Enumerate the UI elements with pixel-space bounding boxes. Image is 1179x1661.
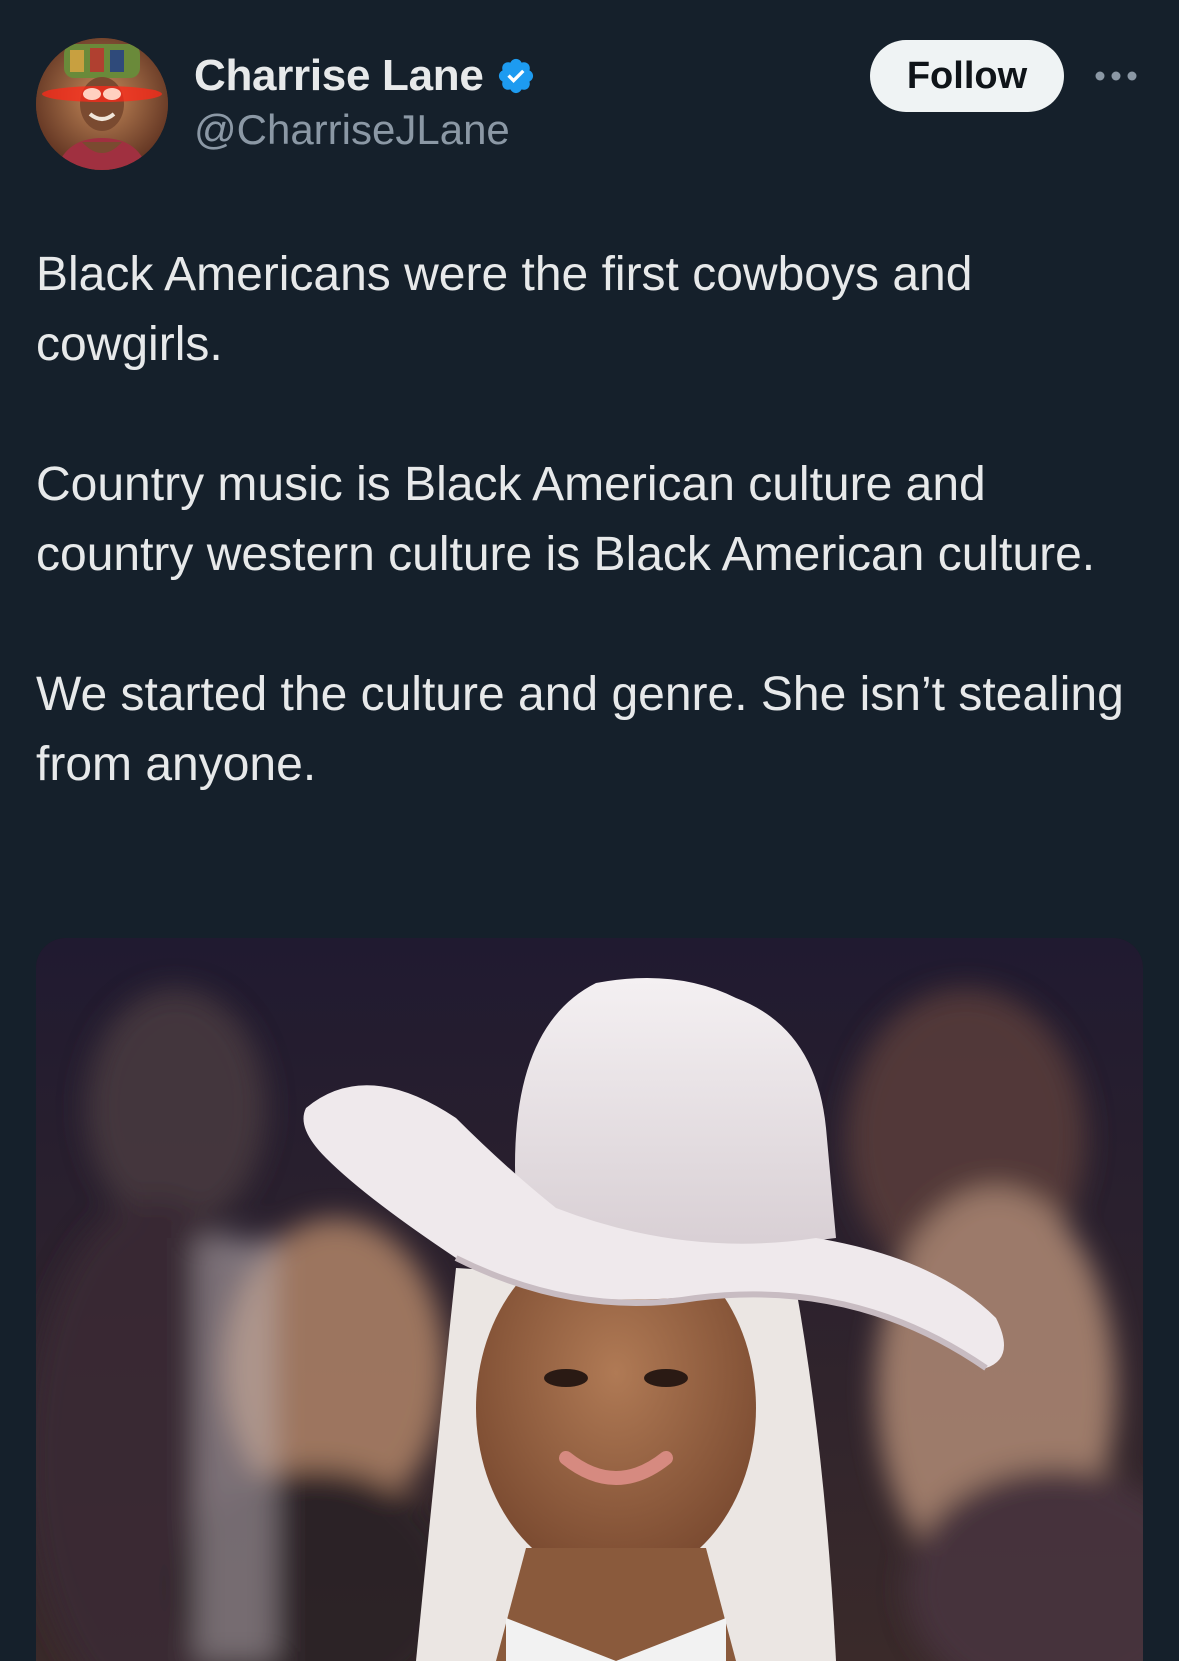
author-handle[interactable]: @CharriseJLane (194, 106, 536, 154)
avatar-image (36, 38, 168, 170)
author-info: Charrise Lane @CharriseJLane (194, 48, 536, 154)
tweet-photo[interactable] (36, 938, 1143, 1661)
tweet-text: Black Americans were the first cowboys a… (36, 240, 1126, 800)
avatar[interactable] (36, 38, 168, 170)
follow-button[interactable]: Follow (870, 40, 1064, 112)
tweet-paragraph: Black Americans were the first cowboys a… (36, 248, 973, 371)
more-options-icon[interactable] (1090, 56, 1142, 96)
verified-badge-icon (496, 56, 536, 96)
tweet-paragraph: Country music is Black American culture … (36, 458, 1096, 581)
tweet-card: Charrise Lane @CharriseJLane Follow Blac… (0, 0, 1179, 1661)
photo-image (36, 938, 1143, 1661)
tweet-paragraph: We started the culture and genre. She is… (36, 668, 1124, 791)
tweet-header: Charrise Lane @CharriseJLane Follow (36, 38, 1143, 170)
display-name-row: Charrise Lane (194, 48, 536, 104)
display-name[interactable]: Charrise Lane (194, 51, 484, 101)
